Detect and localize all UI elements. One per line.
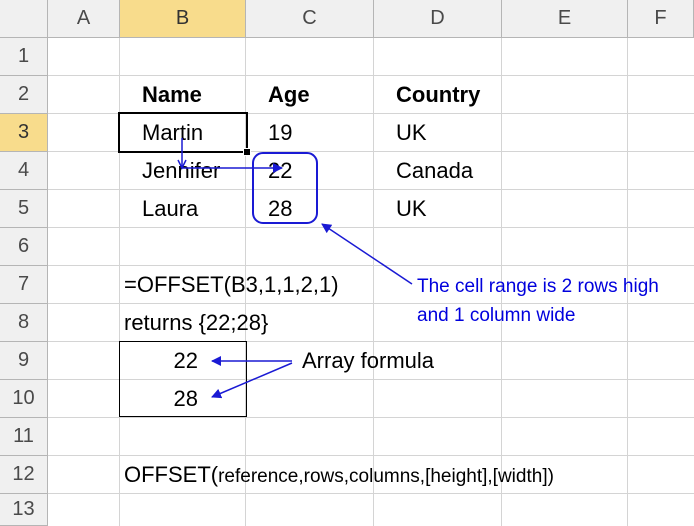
spreadsheet-grid: A B C D E F 1 2 3 4 5 6 7 8 9 10 11 12 1…: [0, 0, 694, 526]
annotation-overlay: [177, 138, 413, 399]
range-note-arrow: [321, 223, 413, 285]
offset-range-highlight: [252, 152, 318, 224]
array-arrow-bottom: [211, 362, 293, 399]
